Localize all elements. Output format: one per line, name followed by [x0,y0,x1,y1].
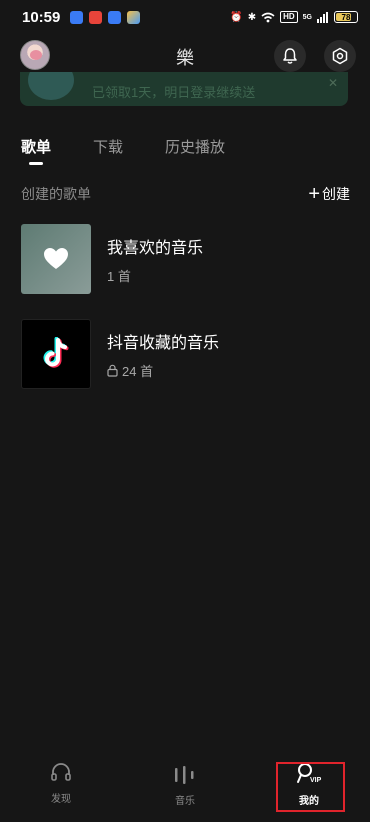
playlist-name: 抖音收藏的音乐 [107,334,220,352]
status-time: 10:59 [22,8,61,26]
message-app-icon [70,10,84,24]
battery-indicator: 78 [334,11,358,23]
hexagon-settings-icon [332,47,348,65]
tab-playlists[interactable]: 歌单 [21,136,51,165]
bell-icon [283,48,297,64]
alarm-icon: ⏰ [230,11,243,23]
tab-downloads[interactable]: 下载 [93,136,123,157]
nav-mine-highlight [276,762,345,812]
bottom-nav: 发现 音乐 VIP 我的 [0,760,370,822]
playlist-count: 24 首 [107,361,219,380]
battery-percent: 78 [341,12,351,22]
playlist-cover [21,319,91,389]
settings-button[interactable] [324,40,356,72]
section-title: 创建的歌单 [21,186,91,202]
nav-music-label: 音乐 [175,796,195,807]
plus-icon: + [308,183,320,205]
top-bar: 樂 [0,40,370,74]
photos-app-icon [127,10,141,24]
notifications-button[interactable] [274,40,306,72]
video-app-icon [89,10,103,24]
playlist-info: 抖音收藏的音乐 24 首 [107,329,219,380]
system-indicators: ⏰ ✱ HD 5G 78 [230,11,358,23]
headphones-icon [51,763,71,781]
bluetooth-icon: ✱ [247,11,257,23]
lock-icon [107,364,118,377]
login-reward-banner[interactable]: 已领取1天，明日登录继续送 ✕ [20,72,348,106]
create-playlist-button[interactable]: + 创建 [308,184,350,204]
notification-icons [70,10,141,24]
wifi-icon [261,12,275,22]
banner-text: 已领取1天，明日登录继续送 [92,85,256,100]
tiktok-icon [43,337,69,368]
browser-app-icon [108,10,122,24]
playlist-count-text: 24 首 [122,363,154,379]
banner-close-icon[interactable]: ✕ [328,76,338,90]
network-label: 5G [302,13,312,21]
library-tabs: 歌单 下载 历史播放 [21,136,267,165]
page-title: 樂 [176,48,194,68]
signal-icon [317,11,328,23]
playlist-name: 我喜欢的音乐 [107,239,204,257]
banner-graphic [28,72,74,100]
nav-music[interactable]: 音乐 [150,766,220,807]
playlist-douyin[interactable]: 抖音收藏的音乐 24 首 [21,319,350,389]
playlist-count: 1 首 [107,266,203,285]
tab-history[interactable]: 历史播放 [165,136,225,157]
created-playlists-header: 创建的歌单 + 创建 [21,184,350,204]
hd-badge: HD [280,11,298,23]
playlist-favorites[interactable]: 我喜欢的音乐 1 首 [21,224,350,294]
nav-discover-label: 发现 [51,794,71,805]
equalizer-icon [175,766,194,784]
heart-icon [44,248,68,269]
playlist-count-text: 1 首 [107,268,131,284]
nav-discover[interactable]: 发现 [26,762,96,805]
playlist-cover [21,224,91,294]
playlist-info: 我喜欢的音乐 1 首 [107,234,203,285]
create-label: 创建 [322,186,350,202]
status-bar: 10:59 ⏰ ✱ HD 5G 78 [0,0,370,34]
